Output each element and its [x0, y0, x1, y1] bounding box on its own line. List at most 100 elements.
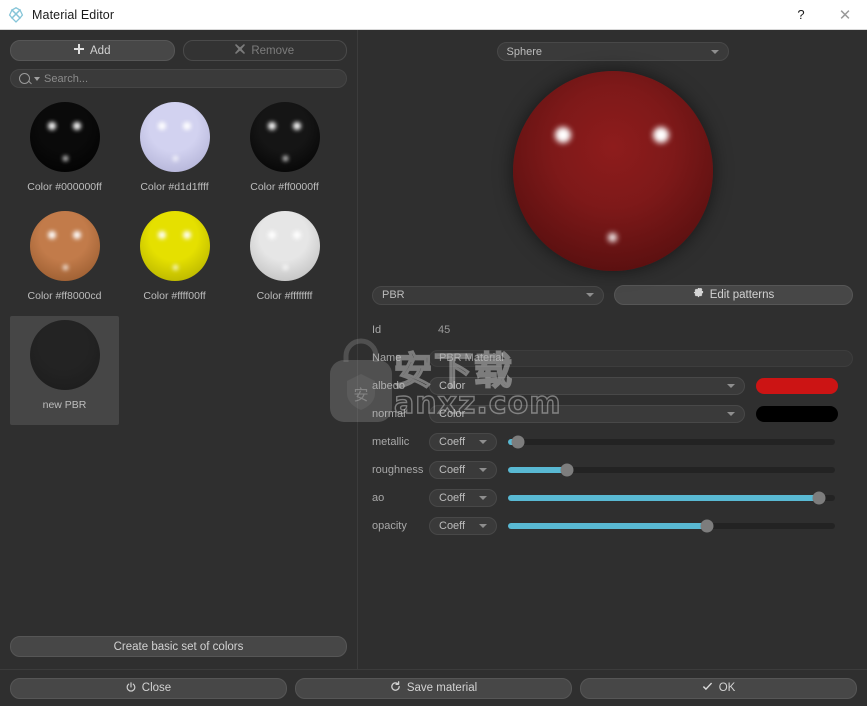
material-grid-scroll[interactable]: Color #000000ff Color #d1d1ffff Color #ff0… [0, 88, 357, 628]
color-swatch[interactable] [756, 378, 838, 394]
property-slider[interactable] [508, 519, 835, 533]
property-mode-value: Color [439, 408, 466, 420]
chevron-down-icon [479, 440, 487, 444]
material-item[interactable]: Color #ff8000cd [10, 207, 119, 316]
property-slider[interactable] [508, 491, 835, 505]
property-slider[interactable] [508, 463, 835, 477]
create-basic-colors-button[interactable]: Create basic set of colors [10, 636, 347, 657]
material-item[interactable]: Color #d1d1ffff [120, 98, 229, 207]
property-row-metallic: metallic Coeff [372, 431, 853, 453]
material-item-label: Color #ff0000ff [250, 181, 319, 193]
color-swatch[interactable] [756, 406, 838, 422]
gear-icon [693, 287, 704, 302]
property-label: opacity [372, 520, 407, 532]
property-label: ao [372, 492, 385, 504]
material-item[interactable]: Color #ff0000ff [230, 98, 339, 207]
material-preview[interactable] [358, 61, 867, 281]
name-input[interactable]: PBR Material [429, 349, 853, 367]
property-mode-select[interactable]: Coeff [429, 517, 497, 535]
specular-highlight [182, 231, 191, 239]
save-material-label: Save material [406, 682, 478, 694]
specular-highlight [157, 231, 166, 239]
specular-highlight [62, 156, 68, 161]
chevron-down-icon[interactable] [34, 76, 40, 81]
chevron-down-icon [727, 412, 735, 416]
property-row-roughness: roughness Coeff [372, 459, 853, 481]
close-button[interactable]: Close [10, 677, 287, 699]
specular-highlight-bottom [607, 233, 617, 242]
specular-highlight-left [554, 127, 571, 143]
search-input[interactable]: Search... [10, 69, 347, 88]
property-slider[interactable] [508, 435, 835, 449]
property-row-opacity: opacity Coeff [372, 515, 853, 537]
material-item[interactable]: Color #000000ff [10, 98, 119, 207]
specular-highlight [172, 265, 178, 270]
specular-highlight [47, 122, 56, 130]
list-toolbar: Add Remove [0, 30, 357, 61]
material-type-value: PBR [382, 289, 405, 301]
property-mode-select[interactable]: Color [429, 405, 745, 423]
specular-highlight [72, 231, 81, 239]
property-label: roughness [372, 464, 424, 476]
slider-handle[interactable] [812, 491, 826, 505]
material-thumbnail [249, 211, 320, 281]
chevron-down-icon [479, 496, 487, 500]
material-item[interactable]: Color #ffff00ff [120, 207, 229, 316]
material-item[interactable]: Color #ffffffff [230, 207, 339, 316]
material-list-panel: Add Remove Search... Color #000000ff Colo [0, 30, 358, 669]
material-type-select[interactable]: PBR [372, 285, 604, 305]
check-icon [702, 682, 713, 695]
help-button[interactable]: ? [779, 1, 823, 29]
material-item[interactable]: new PBR [10, 316, 119, 425]
ok-button-label: OK [718, 682, 736, 694]
property-row-albedo: albedo Color [372, 375, 853, 397]
properties-area: PBR Edit patterns Id 45 Name PBR Materia… [358, 281, 867, 669]
remove-button-label: Remove [251, 44, 295, 57]
specular-highlight [292, 122, 301, 130]
specular-highlight [172, 156, 178, 161]
power-icon [126, 681, 136, 695]
slider-handle[interactable] [700, 519, 714, 533]
property-mode-value: Coeff [439, 436, 466, 448]
chevron-down-icon [479, 524, 487, 528]
specular-highlight [267, 122, 276, 130]
material-grid: Color #000000ff Color #d1d1ffff Color #ff0… [10, 98, 347, 425]
material-thumbnail [29, 211, 100, 281]
property-mode-value: Coeff [439, 520, 466, 532]
property-mode-select[interactable]: Coeff [429, 489, 497, 507]
chevron-down-icon [727, 384, 735, 388]
property-mode-select[interactable]: Coeff [429, 461, 497, 479]
property-mode-value: Coeff [439, 492, 466, 504]
id-row: Id 45 [372, 319, 853, 341]
preview-shape-select[interactable]: Sphere [496, 42, 729, 61]
edit-patterns-label: Edit patterns [709, 289, 775, 301]
material-item-label: Color #ff8000cd [27, 290, 102, 302]
id-label: Id [372, 324, 382, 336]
specular-highlight-right [652, 127, 669, 143]
slider-handle[interactable] [511, 435, 525, 449]
shape-row: Sphere [358, 30, 867, 61]
material-item-label: Color #ffffffff [256, 290, 313, 302]
id-value: 45 [438, 324, 451, 336]
close-icon[interactable]: ✕ [823, 1, 867, 29]
specular-highlight [47, 231, 56, 239]
list-footer: Create basic set of colors [0, 628, 357, 669]
material-properties-panel: Sphere PBR Edit patterns Id 45 Name PBR … [358, 30, 867, 669]
property-mode-select[interactable]: Coeff [429, 433, 497, 451]
edit-patterns-button[interactable]: Edit patterns [614, 285, 853, 305]
ok-button[interactable]: OK [580, 677, 857, 699]
material-thumbnail [29, 320, 100, 390]
specular-highlight [267, 231, 276, 239]
property-label: albedo [372, 380, 406, 392]
material-thumbnail [139, 211, 210, 281]
remove-button[interactable]: Remove [182, 40, 347, 61]
property-mode-select[interactable]: Color [429, 377, 745, 395]
material-item-label: new PBR [42, 399, 87, 411]
add-button[interactable]: Add [10, 40, 175, 61]
material-thumbnail [249, 102, 320, 172]
save-material-button[interactable]: Save material [295, 677, 572, 699]
specular-highlight [72, 122, 81, 130]
refresh-icon [390, 681, 401, 695]
slider-handle[interactable] [560, 463, 574, 477]
name-label: Name [372, 352, 402, 364]
